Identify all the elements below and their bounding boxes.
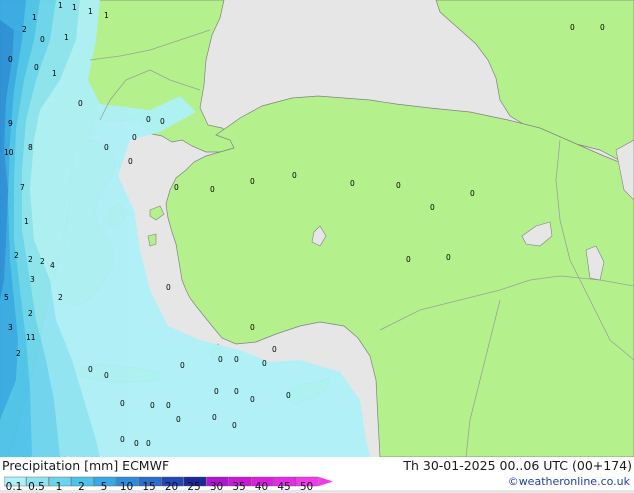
station-value: 2	[58, 293, 63, 302]
station-value: 0	[234, 355, 239, 364]
station-value: 3	[30, 275, 35, 284]
station-value: 1	[72, 3, 77, 12]
station-value: 0	[34, 63, 39, 72]
station-value: 0	[134, 439, 139, 448]
station-value: 0	[40, 35, 45, 44]
valid-time: Th 30-01-2025 00..06 UTC (00+174)	[403, 458, 632, 473]
station-value: 0	[120, 435, 125, 444]
scale-tick-label: 1	[55, 481, 63, 493]
map-title: Precipitation [mm] ECMWF	[2, 458, 170, 473]
station-value: 0	[146, 115, 151, 124]
station-value: 0	[396, 181, 401, 190]
station-value: 0	[210, 185, 215, 194]
station-value: 1	[104, 11, 109, 20]
station-value: 0	[292, 171, 297, 180]
station-value: 0	[470, 189, 475, 198]
scale-tick-label: 50	[299, 481, 314, 493]
station-value: 0	[150, 401, 155, 410]
station-value: 0	[128, 157, 133, 166]
station-value: 0	[212, 413, 217, 422]
station-value: 0	[8, 55, 13, 64]
station-value: 2	[40, 257, 45, 266]
station-value: 1	[32, 13, 37, 22]
station-value: 0	[104, 143, 109, 152]
scale-tick-label: 40	[254, 481, 269, 493]
station-value: 0	[120, 399, 125, 408]
station-value: 0	[180, 361, 185, 370]
scale-tick-label: 20	[164, 481, 179, 493]
station-value: 0	[250, 323, 255, 332]
station-value: 0	[406, 255, 411, 264]
station-value: 0	[174, 183, 179, 192]
scale-tick-label: 10	[119, 481, 134, 493]
station-value: 2	[16, 349, 21, 358]
scale-tick-label: 0.5	[28, 481, 45, 493]
scale-tick-label: 0.1	[5, 481, 23, 493]
station-value: 9	[8, 119, 13, 128]
station-value: 0	[146, 439, 151, 448]
station-value: 10	[4, 148, 14, 157]
station-value: 0	[166, 401, 171, 410]
station-value: 0	[88, 365, 93, 374]
credit-link[interactable]: ©weatheronline.co.uk	[508, 475, 630, 488]
station-value: 1	[88, 7, 93, 16]
station-value: 0	[214, 387, 219, 396]
scale-tick-label: 25	[187, 481, 201, 493]
scale-tick-label: 35	[232, 481, 246, 493]
station-value: 2	[28, 255, 33, 264]
station-value: 3	[8, 323, 13, 332]
scale-tick-label: 5	[100, 481, 108, 493]
scale-tick-label: 45	[277, 481, 291, 493]
station-value: 4	[50, 261, 55, 270]
station-value: 0	[166, 283, 171, 292]
station-value: 2	[22, 25, 27, 34]
scale-tick-label: 30	[209, 481, 224, 493]
station-value: 11	[26, 333, 36, 342]
station-value: 1	[52, 69, 57, 78]
station-value: 0	[176, 415, 181, 424]
station-value: 0	[232, 421, 237, 430]
precipitation-map: 1 1 1 112000100 00000 0000 0000 000 0 02223345789…	[0, 0, 634, 457]
station-value: 0	[272, 345, 277, 354]
station-value: 0	[250, 395, 255, 404]
station-value: 0	[132, 133, 137, 142]
station-value: 5	[4, 293, 9, 302]
station-value: 8	[28, 143, 33, 152]
station-value: 1	[64, 33, 69, 42]
station-value: 0	[286, 391, 291, 400]
station-value: 0	[250, 177, 255, 186]
forecast-map-panel: 1111120001000000000000000000002223345789…	[0, 0, 634, 493]
station-value: 0	[570, 23, 575, 32]
station-value: 0	[446, 253, 451, 262]
scale-tick-label: 15	[142, 481, 156, 493]
station-value: 2	[28, 309, 33, 318]
scale-tick-label: 2	[78, 481, 85, 493]
station-value: 0	[350, 179, 355, 188]
station-value: 0	[600, 23, 605, 32]
station-value: 0	[234, 387, 239, 396]
station-value: 2	[14, 251, 19, 260]
station-value: 0	[160, 117, 165, 126]
station-value: 1	[58, 1, 63, 10]
scale-overflow-arrow	[319, 477, 333, 486]
station-value: 0	[218, 355, 223, 364]
station-value: 0	[78, 99, 83, 108]
station-value: 7	[20, 183, 25, 192]
station-value: 0	[104, 371, 109, 380]
station-value: 0	[430, 203, 435, 212]
station-value: 0	[262, 359, 267, 368]
station-value: 1	[24, 217, 29, 226]
legend-footer: Precipitation [mm] ECMWF Th 30-01-2025 0…	[0, 457, 634, 493]
